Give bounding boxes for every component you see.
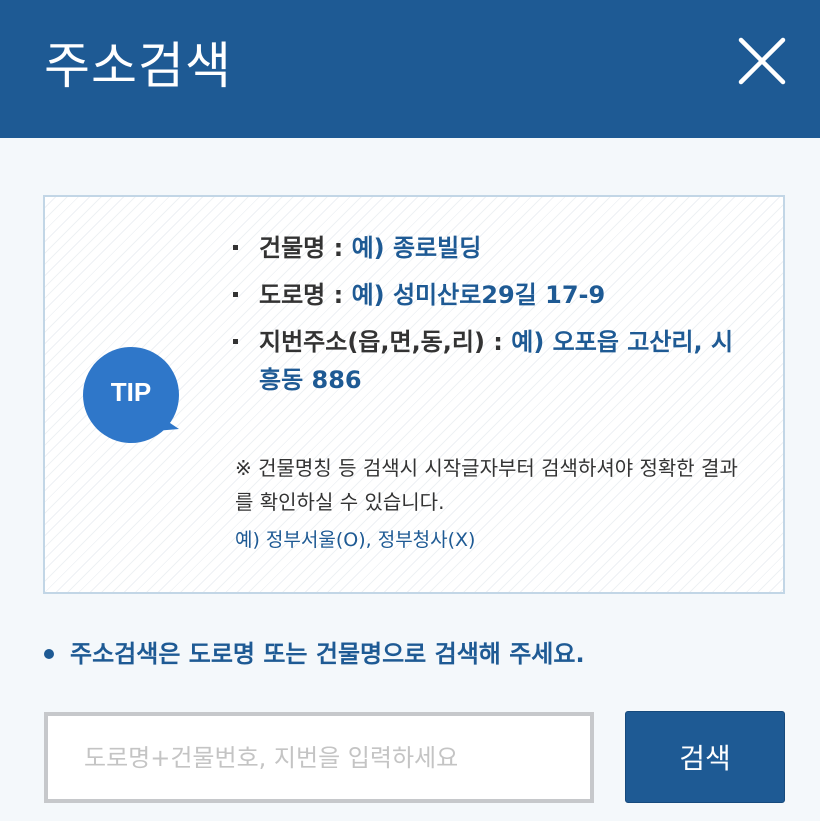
- bullet-icon: [233, 245, 238, 250]
- notice-text: 주소검색은 도로명 또는 건물명으로 검색해 주세요.: [70, 640, 585, 668]
- tip-item-label: 지번주소(읍,면,동,리) :: [259, 328, 512, 356]
- tip-item-label: 도로명 :: [259, 281, 352, 309]
- dialog-header: 주소검색: [0, 0, 820, 138]
- bullet-icon: [233, 339, 238, 344]
- tip-item-label: 건물명 :: [259, 234, 352, 262]
- tip-box: TIP 건물명 : 예) 종로빌딩 도로명 : 예) 성미산로29길 17-9 …: [43, 195, 785, 594]
- close-icon: [738, 37, 786, 85]
- tip-item-lot-address: 지번주소(읍,면,동,리) : 예) 오포읍 고산리, 시흥동 886: [231, 323, 751, 399]
- dialog-title: 주소검색: [44, 37, 232, 95]
- tip-note: ※ 건물명칭 등 검색시 시작글자부터 검색하셔야 정확한 결과를 확인하실 수…: [235, 456, 738, 514]
- bullet-dot-icon: [44, 649, 54, 659]
- tip-badge-label: TIP: [110, 377, 152, 407]
- bullet-icon: [233, 292, 238, 297]
- close-button[interactable]: [731, 32, 793, 94]
- tip-bubble-icon: TIP: [81, 347, 185, 447]
- address-search-input[interactable]: [44, 712, 594, 803]
- search-button[interactable]: 검색: [625, 711, 785, 803]
- tip-item-road: 도로명 : 예) 성미산로29길 17-9: [231, 276, 751, 314]
- tip-item-example: 예) 성미산로29길 17-9: [351, 281, 606, 309]
- tip-note-example: 예) 정부서울(O), 정부청사(X): [235, 529, 476, 551]
- tip-item-building: 건물명 : 예) 종로빌딩: [231, 229, 751, 267]
- tip-item-example: 예) 종로빌딩: [351, 234, 482, 262]
- tip-list: 건물명 : 예) 종로빌딩 도로명 : 예) 성미산로29길 17-9 지번주소…: [231, 229, 751, 408]
